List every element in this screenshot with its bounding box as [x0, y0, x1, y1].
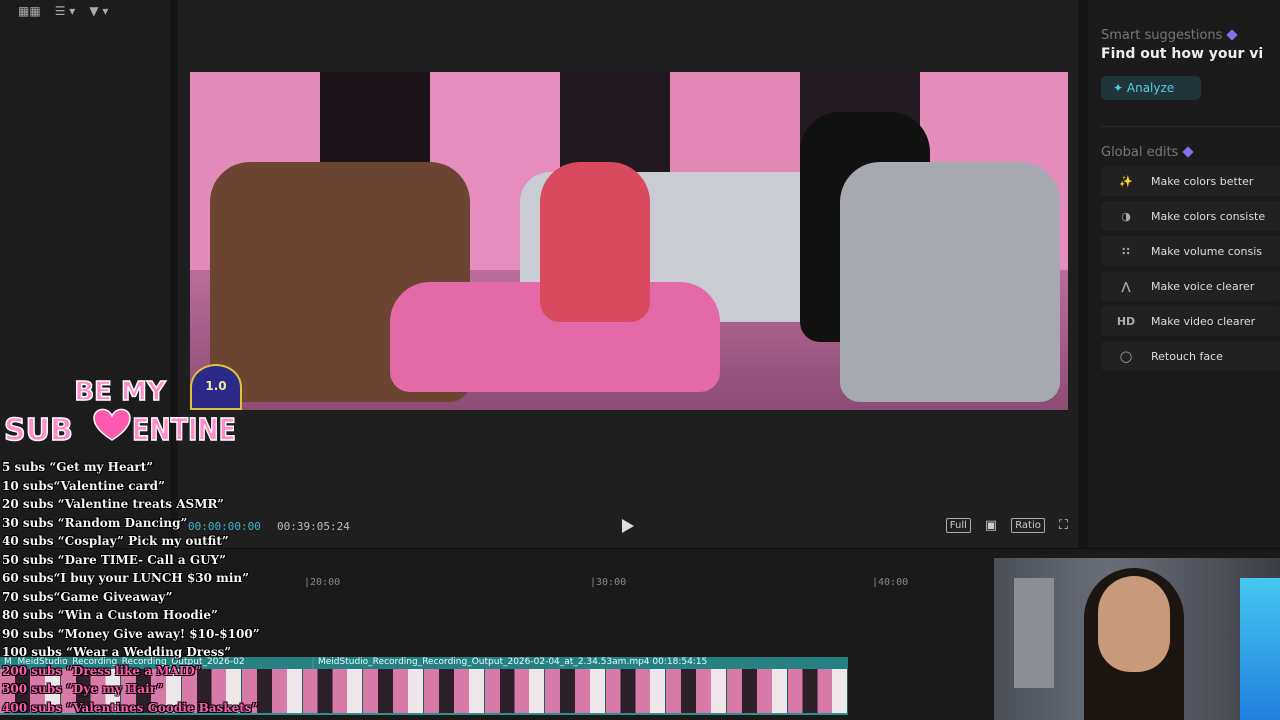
gem-icon	[1182, 146, 1195, 158]
ruler-mark: |20:00	[304, 577, 341, 588]
logo-line-2: SUB	[4, 413, 73, 448]
goal-item: 200 subs “Dress like a MAID”	[2, 663, 202, 678]
goal-item: 30 subs “Random Dancing”	[2, 515, 188, 530]
make-volume-consistent-button[interactable]: ∷ Make volume consis	[1101, 236, 1280, 266]
divider	[1101, 126, 1280, 127]
goal-item: 60 subs“I buy your LUNCH $30 min”	[2, 571, 250, 585]
thumbnail	[666, 669, 727, 713]
avatar-figure	[540, 162, 650, 322]
volume-icon: ∷	[1122, 244, 1130, 258]
heart-icon	[93, 408, 131, 441]
goal-item: 5 subs “Get my Heart”	[2, 460, 154, 474]
goal-item: 10 subs“Valentine card”	[2, 478, 165, 493]
player-controls: 00:00:00:00 00:39:05:24 Full ▣ Ratio ⛶	[178, 514, 1078, 540]
sparkle-icon: ✦	[1113, 81, 1124, 95]
duration-timecode: 00:39:05:24	[277, 520, 350, 533]
avatar-figure	[840, 162, 1060, 402]
global-edits-list: ✨ Make colors better ◑ Make colors consist…	[1101, 166, 1280, 376]
sort-icon[interactable]: ☰ ▾	[55, 4, 76, 18]
ruler-mark: |40:00	[872, 577, 909, 588]
filter-icon[interactable]: ▼ ▾	[89, 4, 108, 18]
thumbnail	[363, 669, 425, 713]
valentine-logo: BE MY SUB ENTINE	[3, 376, 237, 448]
video-preview[interactable]: 1.0	[190, 72, 1068, 410]
goal-item: 300 subs “Dye my Hair”	[2, 682, 164, 696]
voice-icon: ⋀	[1121, 279, 1131, 293]
hd-icon: HD	[1116, 314, 1136, 328]
make-voice-clearer-button[interactable]: ⋀ Make voice clearer	[1101, 271, 1280, 301]
logo-line-1: BE MY	[74, 377, 167, 407]
goal-item: 90 subs “Money Give away! $10-$100”	[2, 626, 260, 641]
neon-light	[1240, 578, 1280, 720]
palette-icon: ◑	[1121, 209, 1131, 223]
thumbnail	[726, 669, 788, 713]
make-colors-consistent-button[interactable]: ◑ Make colors consiste	[1101, 201, 1280, 231]
make-colors-better-button[interactable]: ✨ Make colors better	[1101, 166, 1280, 196]
grid-view-icon[interactable]: ▦▦	[18, 4, 41, 18]
webcam-feed	[994, 558, 1280, 720]
magic-icon: ✨	[1119, 174, 1133, 188]
goal-item: 400 subs “Valentines Goodie Baskets”	[2, 700, 259, 715]
clip-label: MeidStudio_Recording_Recording_Output_20…	[314, 657, 848, 669]
thumbnail	[787, 669, 849, 713]
screenshot-icon[interactable]: ▣	[985, 518, 997, 533]
gem-icon	[1226, 29, 1239, 41]
ai-panel: Smart suggestions Find out how your vi ✦…	[1086, 0, 1280, 548]
logo-line-3: ENTINE	[132, 413, 236, 448]
goal-item: 70 subs“Game Giveaway”	[2, 589, 173, 604]
thumbnail	[424, 669, 485, 713]
ratio-button[interactable]: Ratio	[1011, 518, 1045, 533]
ruler-mark: |30:00	[590, 577, 627, 588]
retouch-face-button[interactable]: ◯ Retouch face	[1101, 341, 1280, 371]
goal-item: 50 subs “Dare TIME- Call a GUY”	[2, 552, 227, 567]
goal-item: 100 subs “Wear a Wedding Dress”	[2, 645, 232, 659]
thumbnail	[302, 669, 364, 713]
room-door	[1014, 578, 1054, 688]
analyze-button[interactable]: ✦ Analyze	[1101, 76, 1201, 100]
thumbnail	[484, 669, 546, 713]
library-toolbar: ▦▦ ☰ ▾ ▼ ▾	[18, 4, 108, 18]
streamer-face	[1098, 576, 1170, 672]
face-icon: ◯	[1119, 349, 1133, 363]
goal-item: 40 subs “Cosplay” Pick my outfit”	[2, 534, 229, 548]
fullscreen-icon[interactable]: ⛶	[1059, 518, 1068, 533]
play-icon[interactable]	[621, 518, 635, 534]
thumbnail	[545, 669, 606, 713]
full-button[interactable]: Full	[945, 518, 971, 533]
goal-item: 20 subs “Valentine treats ASMR”	[2, 497, 224, 511]
goal-item: 80 subs “Win a Custom Hoodie”	[2, 608, 218, 622]
make-video-clearer-button[interactable]: HD Make video clearer	[1101, 306, 1280, 336]
thumbnail	[605, 669, 667, 713]
global-edits-label: Global edits	[1101, 145, 1195, 160]
smart-suggestions-label: Smart suggestions	[1101, 28, 1239, 43]
find-out-text: Find out how your vi	[1101, 46, 1264, 62]
sub-goals-list: 5 subs “Get my Heart” 10 subs“Valentine …	[2, 458, 260, 717]
